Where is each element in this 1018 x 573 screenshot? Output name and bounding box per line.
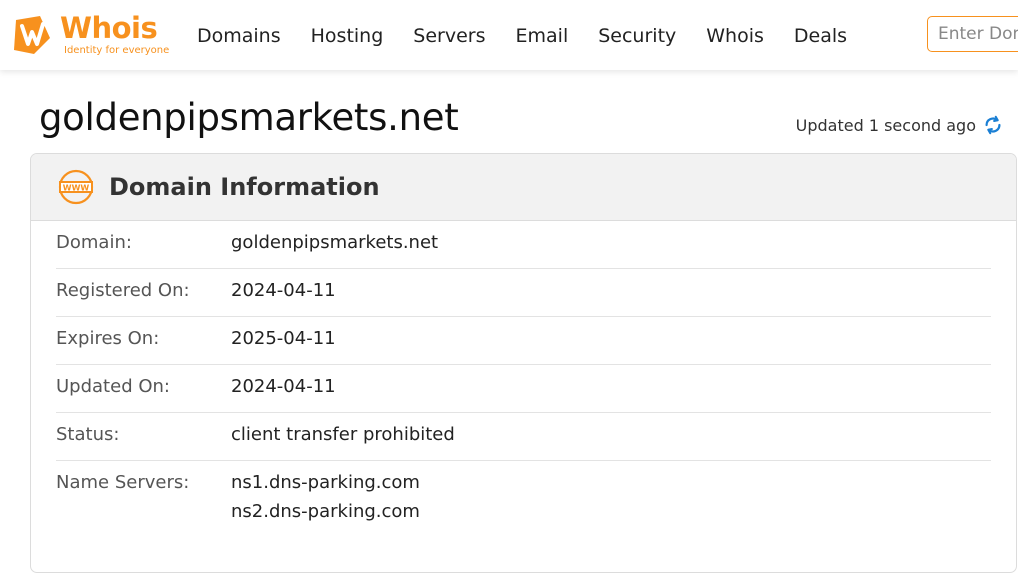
domain-information-card: WWW Domain Information Domain: goldenpip… — [30, 153, 1017, 573]
nav-servers[interactable]: Servers — [413, 25, 485, 47]
nav-hosting[interactable]: Hosting — [311, 25, 384, 47]
value-line: 2025-04-11 — [231, 328, 336, 349]
row-label: Status: — [56, 424, 120, 445]
page-title: goldenpipsmarkets.net — [39, 96, 459, 139]
table-row: Registered On: 2024-04-11 — [56, 269, 991, 317]
row-label: Registered On: — [56, 280, 190, 301]
table-row: Expires On: 2025-04-11 — [56, 317, 991, 365]
table-row: Name Servers: ns1.dns-parking.com ns2.dn… — [56, 461, 991, 526]
card-header: WWW Domain Information — [31, 154, 1016, 221]
updated-text: Updated 1 second ago — [795, 115, 976, 135]
logo-wordmark: Whois — [60, 11, 158, 45]
www-icon: WWW — [58, 169, 94, 205]
row-label: Name Servers: — [56, 472, 190, 493]
nav-security[interactable]: Security — [598, 25, 676, 47]
row-label: Expires On: — [56, 328, 160, 349]
nav-domains[interactable]: Domains — [197, 25, 281, 47]
value-line: 2024-04-11 — [231, 376, 336, 397]
row-value: 2024-04-11 — [231, 372, 336, 412]
value-line: client transfer prohibited — [231, 424, 455, 445]
updated-status: Updated 1 second ago — [796, 114, 1004, 136]
row-value: goldenpipsmarkets.net — [231, 228, 438, 268]
value-line: ns1.dns-parking.com — [231, 472, 420, 493]
value-line: goldenpipsmarkets.net — [231, 232, 439, 253]
site-header: Whois Identity for everyone Domains Host… — [0, 0, 1018, 70]
table-row: Domain: goldenpipsmarkets.net — [56, 221, 991, 269]
main-nav: Domains Hosting Servers Email Security W… — [182, 22, 862, 50]
value-line: 2024-04-11 — [231, 280, 336, 301]
refresh-icon[interactable] — [982, 114, 1004, 136]
row-label: Domain: — [56, 232, 132, 253]
svg-text:WWW: WWW — [63, 184, 90, 193]
nav-deals[interactable]: Deals — [794, 25, 847, 47]
logo-tagline: Identity for everyone — [64, 45, 170, 56]
row-label: Updated On: — [56, 376, 170, 397]
domain-info-table: Domain: goldenpipsmarkets.net Registered… — [56, 221, 991, 526]
row-value: client transfer prohibited — [231, 420, 455, 460]
row-value: 2024-04-11 — [231, 276, 336, 316]
table-row: Status: client transfer prohibited — [56, 413, 991, 461]
whois-logo[interactable]: Whois Identity for everyone — [10, 11, 170, 58]
nav-email[interactable]: Email — [516, 25, 569, 47]
domain-search-input[interactable] — [927, 16, 1018, 52]
nav-whois[interactable]: Whois — [706, 25, 764, 47]
card-title: Domain Information — [109, 173, 380, 201]
whois-logo-icon — [14, 16, 50, 54]
table-row: Updated On: 2024-04-11 — [56, 365, 991, 413]
value-line: ns2.dns-parking.com — [231, 501, 420, 522]
row-value: 2025-04-11 — [231, 324, 336, 364]
row-value: ns1.dns-parking.com ns2.dns-parking.com — [231, 468, 420, 526]
